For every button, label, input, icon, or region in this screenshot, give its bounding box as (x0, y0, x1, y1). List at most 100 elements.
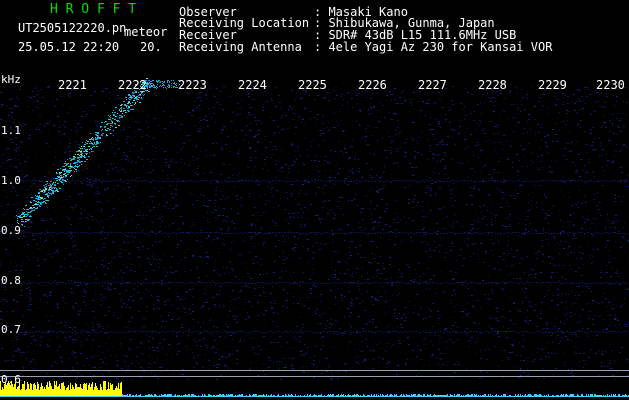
noise-pixel (161, 283, 162, 284)
noise-pixel (158, 296, 160, 297)
noise-pixel (612, 221, 614, 222)
noise-pixel (405, 100, 406, 101)
noise-pixel (46, 143, 48, 144)
noise-pixel (167, 369, 168, 370)
noise-pixel (454, 195, 455, 196)
noise-band (455, 181, 457, 182)
noise-band (551, 332, 553, 333)
noise-pixel (568, 246, 570, 247)
noise-pixel (207, 256, 209, 257)
noise-pixel (428, 159, 429, 160)
noise-pixel (490, 98, 492, 99)
noise-pixel (396, 229, 397, 230)
noise-pixel (143, 202, 144, 203)
noise-pixel (226, 332, 228, 333)
noise-pixel (512, 162, 514, 163)
noise-pixel (101, 182, 102, 183)
noise-pixel (0, 92, 2, 93)
noise-band (437, 180, 439, 181)
noise-band (461, 332, 463, 333)
noise-pixel (555, 123, 557, 124)
noise-pixel (522, 303, 523, 304)
noise-pixel (149, 210, 151, 211)
noise-pixel (155, 106, 156, 107)
noise-pixel (405, 307, 407, 308)
noise-pixel (288, 223, 290, 224)
noise-pixel (33, 257, 34, 258)
noise-pixel (153, 207, 155, 208)
noise-pixel (86, 378, 87, 379)
noise-pixel (607, 214, 608, 215)
noise-pixel (185, 92, 187, 93)
noise-pixel (137, 292, 138, 293)
noise-pixel (249, 148, 251, 149)
noise-pixel (564, 95, 566, 96)
noise-pixel (251, 99, 252, 100)
noise-pixel (399, 97, 401, 98)
noise-pixel (283, 259, 284, 260)
noise-band (404, 283, 406, 284)
noise-pixel (311, 160, 312, 161)
noise-pixel (467, 335, 468, 336)
noise-pixel (556, 318, 557, 319)
noise-band (521, 331, 523, 332)
noise-pixel (572, 305, 573, 306)
noise-pixel (252, 215, 254, 216)
noise-pixel (359, 303, 361, 304)
noise-band (449, 332, 451, 333)
noise-pixel (419, 117, 420, 118)
noise-pixel (612, 223, 614, 224)
noise-pixel (199, 333, 200, 334)
noise-pixel (36, 107, 38, 108)
noise-pixel (147, 248, 149, 249)
noise-band (191, 282, 193, 283)
noise-band (140, 180, 142, 181)
noise-pixel (307, 347, 308, 348)
noise-pixel (368, 109, 370, 110)
noise-pixel (418, 263, 420, 264)
noise-pixel (335, 277, 336, 278)
noise-pixel (298, 172, 299, 173)
noise-band (338, 233, 340, 234)
noise-pixel (325, 328, 327, 329)
noise-pixel (320, 222, 321, 223)
noise-pixel (104, 288, 105, 289)
noise-pixel (519, 342, 520, 343)
noise-pixel (612, 162, 614, 163)
noise-pixel (368, 114, 369, 115)
noise-band (590, 180, 592, 181)
noise-pixel (595, 353, 597, 354)
noise-pixel (39, 115, 41, 116)
noise-pixel (601, 354, 603, 355)
noise-pixel (352, 168, 353, 169)
noise-pixel (472, 244, 474, 245)
noise-pixel (321, 317, 322, 318)
noise-band (305, 233, 307, 234)
noise-band (221, 283, 223, 284)
noise-band (623, 282, 625, 283)
noise-pixel (29, 293, 31, 294)
noise-pixel (123, 303, 125, 304)
noise-pixel (516, 324, 517, 325)
noise-pixel (332, 375, 333, 376)
noise-pixel (257, 94, 258, 95)
noise-pixel (15, 157, 16, 158)
noise-pixel (554, 351, 555, 352)
noise-band (161, 331, 163, 332)
noise-band (500, 282, 502, 283)
noise-pixel (429, 334, 431, 335)
noise-pixel (528, 194, 529, 195)
noise-pixel (486, 219, 487, 220)
noise-pixel (573, 225, 575, 226)
noise-pixel (608, 250, 609, 251)
noise-pixel (537, 124, 539, 125)
noise-pixel (132, 300, 134, 301)
noise-pixel (123, 126, 124, 127)
noise-pixel (275, 149, 277, 150)
noise-pixel (397, 120, 398, 121)
noise-pixel (120, 315, 121, 316)
noise-pixel (114, 153, 116, 154)
noise-pixel (379, 217, 381, 218)
noise-pixel (511, 265, 513, 266)
noise-pixel (214, 154, 215, 155)
